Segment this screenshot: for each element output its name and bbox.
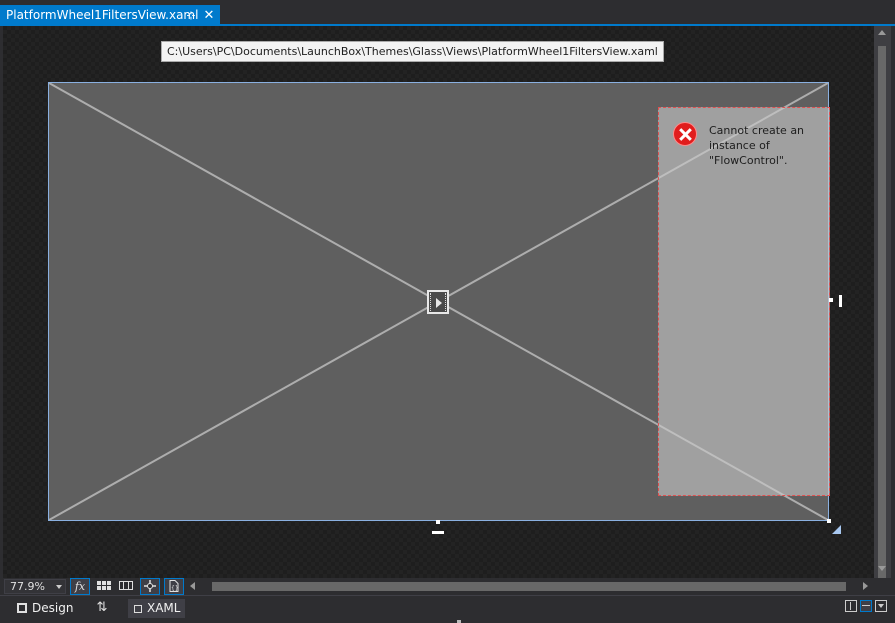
effects-toggle-button[interactable]: fx (70, 578, 90, 595)
document-tab[interactable]: PlatformWheel1FiltersView.xaml ⊹ ✕ (0, 5, 220, 26)
horizontal-scroll-thumb[interactable] (212, 582, 846, 591)
scroll-down-arrow-icon[interactable] (878, 566, 886, 571)
horizontal-split-icon[interactable] (860, 600, 872, 612)
vertical-scrollbar[interactable] (874, 26, 891, 586)
designer-toolbar: 77.9% fx {} (0, 578, 895, 595)
xaml-view-icon (134, 605, 142, 613)
vertical-split-icon[interactable] (845, 600, 857, 612)
vertical-scroll-thumb[interactable] (878, 46, 886, 586)
chevron-down-icon[interactable] (56, 585, 62, 589)
resize-anchor-bottom[interactable] (436, 520, 440, 524)
tab-xaml[interactable]: XAML (128, 599, 185, 618)
project-code-icon[interactable]: {} (164, 578, 184, 595)
error-icon (673, 122, 697, 146)
media-element-icon (427, 290, 449, 314)
scroll-right-arrow-icon[interactable] (863, 582, 868, 590)
snap-to-grid-icon[interactable] (116, 578, 136, 595)
file-path-tooltip: C:\Users\PC\Documents\LaunchBox\Themes\G… (161, 41, 664, 62)
collapse-pane-icon[interactable] (875, 600, 887, 612)
swap-panes-button[interactable]: ⇅ (92, 598, 112, 618)
snap-to-snaplines-icon[interactable] (140, 578, 160, 595)
resize-anchor-corner[interactable] (827, 519, 831, 523)
document-tab-title: PlatformWheel1FiltersView.xaml (6, 8, 199, 22)
document-tab-strip: PlatformWheel1FiltersView.xaml ⊹ ✕ (0, 0, 895, 26)
svg-text:{}: {} (171, 585, 179, 592)
scroll-left-arrow-icon[interactable] (190, 582, 195, 590)
close-tab-icon[interactable]: ✕ (202, 5, 216, 26)
flowcontrol-error-placeholder[interactable]: Cannot create an instance of "FlowContro… (658, 107, 830, 496)
design-view-icon (17, 603, 27, 613)
pin-tab-icon[interactable]: ⊹ (184, 5, 198, 26)
resize-handle-bottom[interactable] (432, 531, 444, 534)
zoom-level-value: 77.9% (10, 580, 45, 593)
grid-icon[interactable] (94, 578, 114, 595)
scroll-up-arrow-icon[interactable] (878, 30, 886, 35)
zoom-level-dropdown[interactable]: 77.9% (4, 579, 66, 594)
resize-anchor-right[interactable] (829, 298, 833, 302)
view-switcher-bar: Design ⇅ XAML (0, 595, 895, 623)
resize-handle-right[interactable] (839, 295, 842, 307)
tab-design-label: Design (32, 601, 74, 615)
resize-grip-corner-icon[interactable] (832, 525, 841, 534)
tab-xaml-label: XAML (147, 601, 181, 615)
tab-design[interactable]: Design (12, 598, 73, 618)
error-message: Cannot create an instance of "FlowContro… (709, 124, 805, 167)
